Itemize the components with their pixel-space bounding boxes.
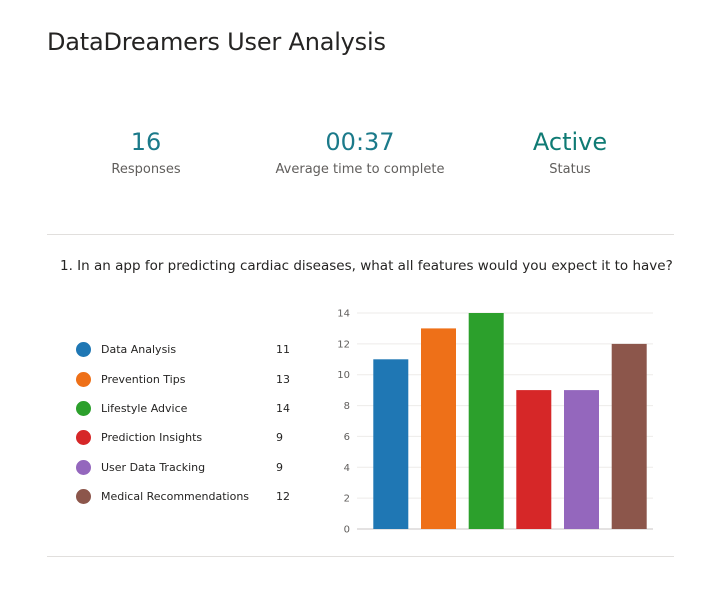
divider — [47, 234, 674, 235]
legend-label: Data Analysis — [101, 343, 177, 357]
legend-item-prediction-insights[interactable]: Prediction Insights 9 — [76, 423, 296, 452]
bar-data-analysis[interactable] — [373, 359, 409, 529]
legend-item-data-analysis[interactable]: Data Analysis 11 — [76, 335, 296, 364]
y-tick-label: 12 — [337, 339, 350, 350]
bar-chart: 0 2 4 6 8 10 12 14 — [337, 309, 653, 536]
status-value: Active — [532, 128, 608, 156]
y-tick-label: 4 — [344, 463, 350, 474]
bar-medical-recommendations[interactable] — [611, 343, 647, 529]
y-tick-label: 10 — [337, 370, 350, 381]
legend-label: Lifestyle Advice — [101, 401, 188, 415]
legend-item-user-data-tracking[interactable]: User Data Tracking 9 — [76, 453, 296, 482]
legend-dot — [76, 371, 91, 387]
y-tick-label: 8 — [344, 401, 350, 412]
legend-label: User Data Tracking — [101, 460, 206, 474]
legend-count: 14 — [276, 401, 290, 415]
responses-label: Responses — [111, 162, 181, 177]
bar-lifestyle-advice[interactable] — [468, 313, 504, 529]
legend-item-medical-recommendations[interactable]: Medical Recommendations 12 — [76, 482, 296, 511]
legend-count: 9 — [276, 431, 283, 445]
divider — [47, 556, 674, 557]
status-stat: Active Status — [520, 124, 620, 177]
legend-dot — [76, 430, 91, 446]
bar-prediction-insights[interactable] — [516, 390, 552, 529]
legend-dot — [76, 342, 91, 358]
legend-item-lifestyle-advice[interactable]: Lifestyle Advice 14 — [76, 394, 296, 423]
legend-dot — [76, 400, 91, 416]
legend-label: Prediction Insights — [101, 431, 203, 445]
question-text: 1. In an app for predicting cardiac dise… — [60, 258, 673, 274]
legend-label: Medical Recommendations — [101, 490, 250, 504]
status-label: Status — [549, 162, 591, 177]
y-tick-label: 6 — [344, 432, 350, 443]
legend-dot — [76, 489, 91, 505]
avg-time-value: 00:37 — [325, 128, 395, 156]
bar-prevention-tips[interactable] — [421, 328, 456, 529]
legend-count: 13 — [276, 372, 290, 386]
page-title: DataDreamers User Analysis — [47, 28, 386, 56]
avg-time-stat: 00:37 Average time to complete — [260, 124, 460, 177]
y-tick-label: 2 — [344, 494, 350, 505]
legend-label: Prevention Tips — [101, 372, 186, 386]
legend-count: 9 — [276, 460, 283, 474]
y-tick-label: 0 — [344, 525, 350, 536]
y-tick-label: 14 — [337, 309, 350, 320]
responses-stat: 16 Responses — [96, 124, 196, 177]
legend-count: 12 — [276, 490, 290, 504]
bar-user-data-tracking[interactable] — [564, 390, 599, 529]
legend-dot — [76, 459, 91, 475]
chart-legend: Data Analysis 11 Prevention Tips 13 Life… — [76, 335, 296, 511]
legend-item-prevention-tips[interactable]: Prevention Tips 13 — [76, 364, 296, 393]
avg-time-label: Average time to complete — [275, 162, 445, 177]
responses-value: 16 — [130, 128, 162, 156]
legend-count: 11 — [276, 343, 290, 357]
